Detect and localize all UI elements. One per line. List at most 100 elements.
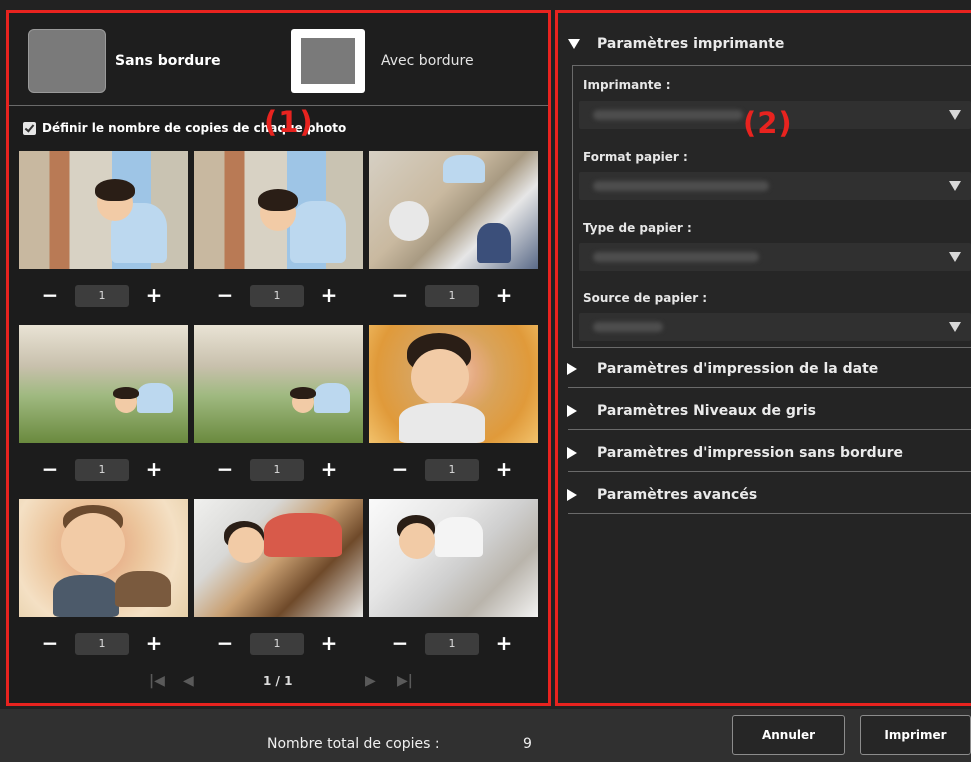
decrease-button[interactable]: −	[214, 633, 236, 655]
pagination: |◀ ◀ 1 / 1 ▶ ▶|	[9, 673, 548, 693]
decrease-button[interactable]: −	[389, 633, 411, 655]
bordered-thumbnail	[291, 29, 365, 93]
footer-bar: Nombre total de copies : 9 Annuler Impri…	[0, 709, 971, 762]
photo-thumbnail[interactable]	[369, 499, 538, 617]
collapsed-triangle-icon	[567, 489, 577, 501]
photo-thumbnail[interactable]	[19, 325, 188, 443]
copies-field[interactable]: 1	[425, 285, 479, 307]
divider	[568, 387, 971, 388]
photo-cell: − 1 +	[19, 151, 188, 307]
decrease-button[interactable]: −	[39, 285, 61, 307]
printer-label: Imprimante :	[583, 78, 671, 92]
increase-button[interactable]: +	[143, 633, 165, 655]
photo-cell: − 1 +	[369, 499, 538, 655]
dropdown-arrow-icon	[949, 181, 961, 191]
divider	[568, 471, 971, 472]
cancel-button[interactable]: Annuler	[732, 715, 845, 755]
print-settings-window: Sans bordure Avec bordure Définir le nom…	[0, 0, 971, 762]
copies-field[interactable]: 1	[250, 285, 304, 307]
photo-thumbnail[interactable]	[194, 499, 363, 617]
increase-button[interactable]: +	[493, 459, 515, 481]
decrease-button[interactable]: −	[214, 459, 236, 481]
photo-cell: − 1 +	[369, 325, 538, 481]
next-page-icon[interactable]: ▶	[365, 673, 376, 689]
paper-source-label: Source de papier :	[583, 291, 708, 305]
increase-button[interactable]: +	[493, 633, 515, 655]
copies-field[interactable]: 1	[75, 633, 129, 655]
paper-size-label: Format papier :	[583, 150, 688, 164]
callout-2: (2)	[743, 106, 793, 140]
paper-type-select[interactable]	[579, 243, 971, 271]
borderless-thumbnail	[28, 29, 106, 93]
copies-stepper: − 1 +	[214, 459, 354, 481]
increase-button[interactable]: +	[143, 285, 165, 307]
print-button[interactable]: Imprimer	[860, 715, 971, 755]
copies-field[interactable]: 1	[250, 459, 304, 481]
photo-thumbnail[interactable]	[369, 151, 538, 269]
first-page-icon[interactable]: |◀	[149, 673, 165, 689]
decrease-button[interactable]: −	[214, 285, 236, 307]
decrease-button[interactable]: −	[389, 459, 411, 481]
total-copies-value: 9	[523, 736, 532, 752]
photo-thumbnail[interactable]	[194, 325, 363, 443]
grayscale-settings-header[interactable]: Paramètres Niveaux de gris	[566, 403, 966, 419]
copies-stepper: − 1 +	[39, 459, 179, 481]
borderless-layout-option[interactable]: Sans bordure	[28, 29, 221, 93]
layout-selector: Sans bordure Avec bordure	[9, 13, 548, 106]
copies-stepper: − 1 +	[214, 285, 354, 307]
set-copies-checkbox[interactable]	[23, 121, 36, 135]
increase-button[interactable]: +	[318, 459, 340, 481]
increase-button[interactable]: +	[318, 285, 340, 307]
copies-stepper: − 1 +	[389, 459, 529, 481]
divider	[568, 429, 971, 430]
photo-cell: − 1 +	[369, 151, 538, 307]
photo-thumbnail[interactable]	[194, 151, 363, 269]
dropdown-arrow-icon	[949, 252, 961, 262]
copies-stepper: − 1 +	[389, 285, 529, 307]
advanced-settings-title: Paramètres avancés	[597, 487, 758, 503]
collapsed-triangle-icon	[567, 447, 577, 459]
advanced-settings-header[interactable]: Paramètres avancés	[566, 487, 966, 503]
photo-thumbnail[interactable]	[19, 151, 188, 269]
photo-thumbnail[interactable]	[19, 499, 188, 617]
bordered-layout-option[interactable]: Avec bordure	[291, 29, 474, 93]
grayscale-settings-title: Paramètres Niveaux de gris	[597, 403, 816, 419]
decrease-button[interactable]: −	[389, 285, 411, 307]
paper-source-select[interactable]	[579, 313, 971, 341]
copies-field[interactable]: 1	[425, 633, 479, 655]
date-settings-header[interactable]: Paramètres d'impression de la date	[566, 361, 966, 377]
paper-type-label: Type de papier :	[583, 221, 692, 235]
copies-field[interactable]: 1	[75, 459, 129, 481]
dropdown-arrow-icon	[949, 322, 961, 332]
borderless-settings-header[interactable]: Paramètres d'impression sans bordure	[566, 445, 966, 461]
photo-cell: − 1 +	[19, 325, 188, 481]
copies-stepper: − 1 +	[214, 633, 354, 655]
increase-button[interactable]: +	[143, 459, 165, 481]
previous-page-icon[interactable]: ◀	[183, 673, 194, 689]
divider	[568, 513, 971, 514]
printer-settings-title: Paramètres imprimante	[597, 36, 785, 52]
borderless-settings-title: Paramètres d'impression sans bordure	[597, 445, 903, 461]
photo-thumbnail[interactable]	[369, 325, 538, 443]
paper-size-select[interactable]	[579, 172, 971, 200]
page-indicator: 1 / 1	[263, 674, 293, 688]
photo-cell: − 1 +	[194, 325, 363, 481]
callout-1: (1)	[264, 105, 314, 139]
printer-settings-header[interactable]: Paramètres imprimante	[566, 36, 966, 52]
photo-cell: − 1 +	[194, 499, 363, 655]
copies-stepper: − 1 +	[39, 285, 179, 307]
increase-button[interactable]: +	[318, 633, 340, 655]
date-settings-title: Paramètres d'impression de la date	[597, 361, 879, 377]
borderless-label: Sans bordure	[115, 53, 221, 69]
copies-stepper: − 1 +	[389, 633, 529, 655]
decrease-button[interactable]: −	[39, 459, 61, 481]
decrease-button[interactable]: −	[39, 633, 61, 655]
photo-cell: − 1 +	[194, 151, 363, 307]
copies-field[interactable]: 1	[425, 459, 479, 481]
last-page-icon[interactable]: ▶|	[397, 673, 413, 689]
expanded-triangle-icon	[568, 39, 580, 49]
increase-button[interactable]: +	[493, 285, 515, 307]
collapsed-triangle-icon	[567, 363, 577, 375]
copies-field[interactable]: 1	[250, 633, 304, 655]
copies-field[interactable]: 1	[75, 285, 129, 307]
